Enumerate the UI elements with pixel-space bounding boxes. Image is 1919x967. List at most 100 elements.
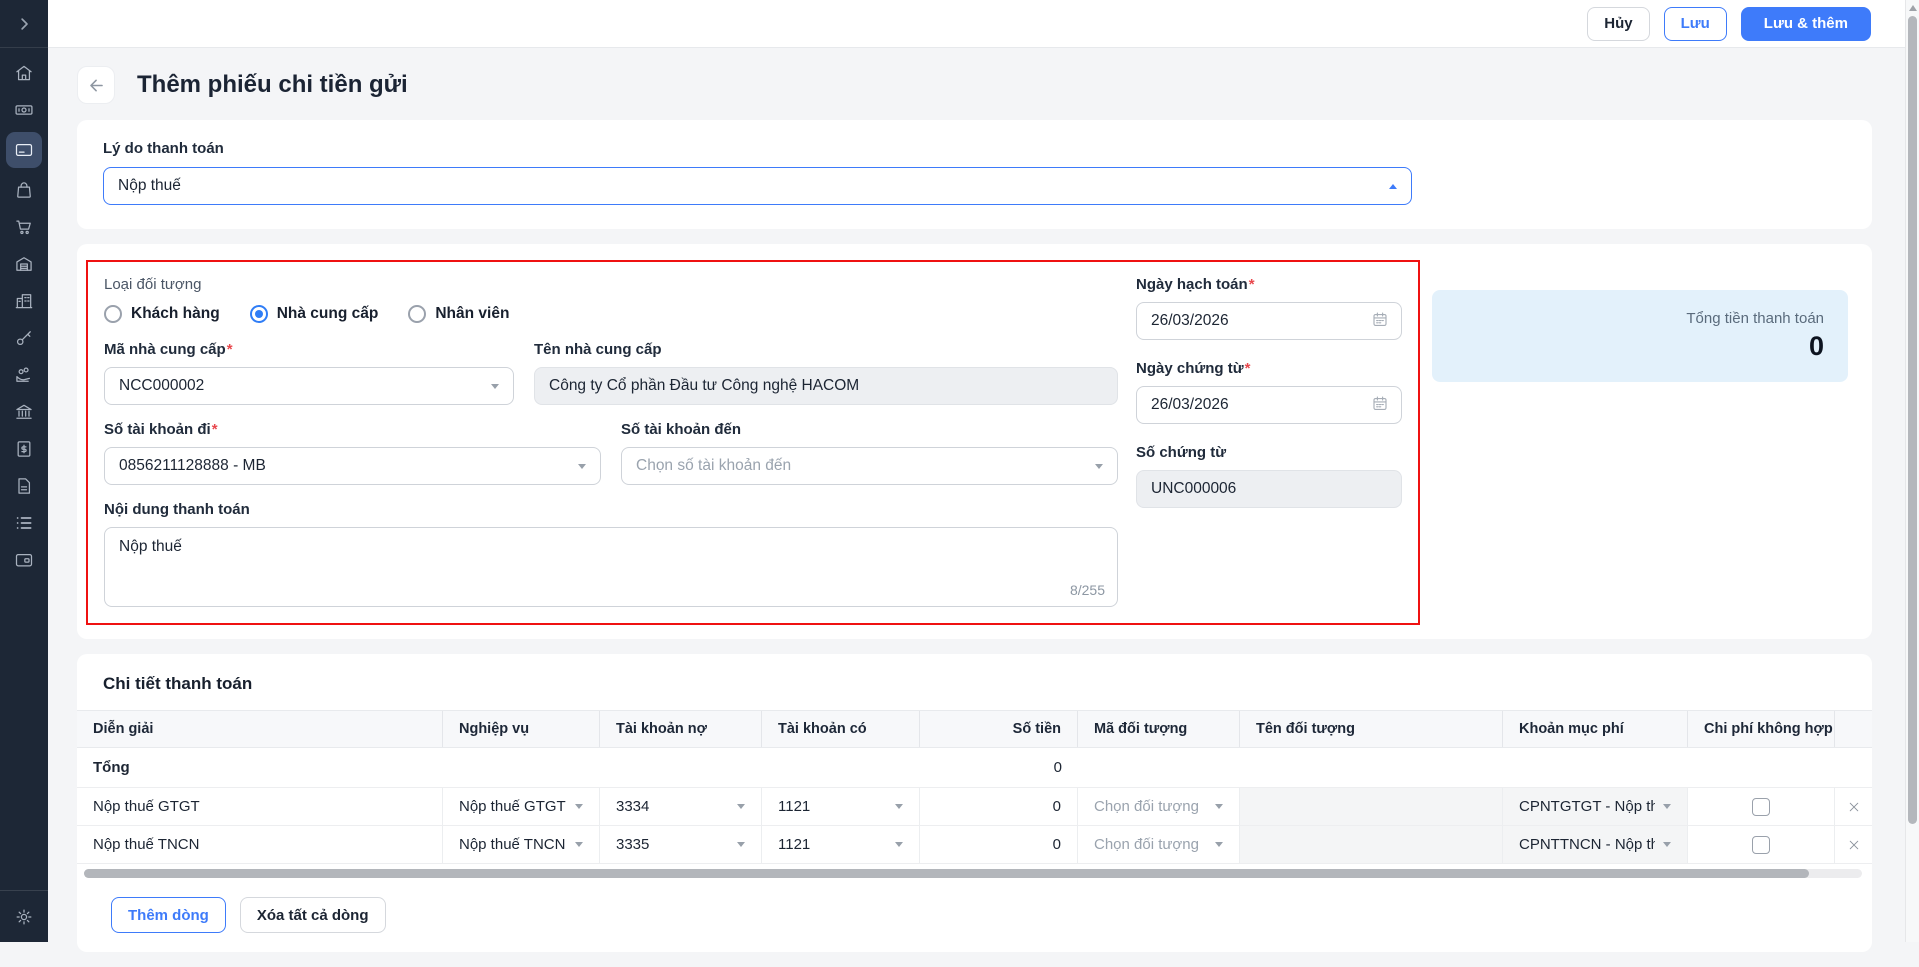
radio-customer[interactable]: Khách hàng [104,305,220,323]
description-cell[interactable]: Nộp thuế GTGT [77,788,443,825]
sidebar-item-invoices[interactable] [6,434,42,464]
add-row-button[interactable]: Thêm dòng [111,897,226,933]
table-total-row: Tổng 0 [77,748,1872,788]
account-to-label: Số tài khoản đến [621,421,1118,438]
col-debit-account: Tài khoản nợ [600,711,762,747]
sidebar-item-wallet[interactable] [6,545,42,575]
cash-icon [14,100,34,120]
radio-supplier[interactable]: Nhà cung cấp [250,305,379,323]
page-scrollbar[interactable] [1905,0,1919,942]
chevron-down-icon [737,842,745,847]
supplier-name-field: Công ty Cổ phần Đầu tư Công nghệ HACOM [534,367,1118,405]
sidebar-expand-button[interactable] [0,0,48,48]
description-cell[interactable]: Nộp thuế TNCN [77,826,443,863]
col-description: Diễn giải [77,711,443,747]
save-button[interactable]: Lưu [1664,7,1727,41]
key-icon [14,328,34,348]
chevron-down-icon [578,464,586,469]
radio-circle-icon [104,305,122,323]
account-from-select[interactable]: 0856211128888 - MB [104,447,601,485]
sidebar-item-assets[interactable] [6,323,42,353]
radio-employee[interactable]: Nhân viên [408,305,509,323]
page-header: Thêm phiếu chi tiền gửi [77,66,1872,104]
expense-item-cell[interactable]: CPNTGTGT - Nộp thuế [1503,788,1688,825]
sidebar-item-documents[interactable] [6,471,42,501]
debit-account-cell[interactable]: 3334 [600,788,762,825]
back-button[interactable] [77,66,115,104]
account-to-select[interactable]: Chọn số tài khoản đến [621,447,1118,485]
gear-icon [14,907,34,927]
supplier-code-label: Mã nhà cung cấp* [104,341,514,358]
document-date-label: Ngày chứng từ* [1136,360,1402,377]
supplier-name-label: Tên nhà cung cấp [534,341,1118,358]
document-number-label: Số chứng từ [1136,444,1402,461]
chevron-down-icon [491,384,499,389]
chevron-down-icon [1663,804,1671,809]
supplier-code-select[interactable]: NCC000002 [104,367,514,405]
operation-cell[interactable]: Nộp thuế TNCN [443,826,600,863]
invalid-expense-checkbox[interactable] [1752,836,1770,854]
sidebar-item-warehouse[interactable] [6,249,42,279]
table-scrollbar-thumb[interactable] [84,869,1809,878]
invalid-expense-checkbox[interactable] [1752,798,1770,816]
sidebar-item-payroll[interactable] [6,360,42,390]
document-date-input[interactable]: 26/03/2026 [1136,386,1402,424]
document-number-field: UNC000006 [1136,470,1402,508]
save-and-add-button[interactable]: Lưu & thêm [1741,7,1871,41]
posting-date-input[interactable]: 26/03/2026 [1136,302,1402,340]
expense-item-cell[interactable]: CPNTTNCN - Nộp thuế [1503,826,1688,863]
invalid-expense-cell [1688,788,1835,825]
col-invalid-expense: Chi phí không hợp [1688,711,1835,747]
table-horizontal-scrollbar[interactable] [84,869,1862,878]
amount-cell[interactable]: 0 [920,826,1078,863]
sidebar-item-purchases[interactable] [6,175,42,205]
chevron-down-icon [895,804,903,809]
sidebar-item-sales[interactable] [6,212,42,242]
sidebar [0,0,48,942]
sidebar-item-lists[interactable] [6,508,42,538]
hand-coins-icon [14,365,34,385]
account-from-label: Số tài khoản đi* [104,421,601,438]
col-operation: Nghiệp vụ [443,711,600,747]
page-scrollbar-thumb[interactable] [1908,16,1917,824]
delete-all-rows-button[interactable]: Xóa tất cả dòng [240,897,386,933]
col-credit-account: Tài khoản có [762,711,920,747]
calendar-icon[interactable] [1371,310,1389,333]
radio-circle-icon [408,305,426,323]
amount-cell[interactable]: 0 [920,788,1078,825]
debit-account-cell[interactable]: 3335 [600,826,762,863]
calendar-icon[interactable] [1371,394,1389,417]
sidebar-item-home[interactable] [6,58,42,88]
delete-row-button[interactable] [1835,800,1872,814]
cancel-button[interactable]: Hủy [1587,7,1649,41]
document-icon [14,476,34,496]
sidebar-item-company[interactable] [6,286,42,316]
sidebar-item-bank-payments[interactable] [6,132,42,168]
delete-row-button[interactable] [1835,838,1872,852]
total-row-amount: 0 [920,748,1078,787]
chevron-down-icon [895,842,903,847]
object-code-cell[interactable]: Chọn đối tượng [1078,826,1240,863]
details-title: Chi tiết thanh toán [77,674,1872,694]
sidebar-item-cash[interactable] [6,95,42,125]
chevron-right-icon [15,15,33,33]
scrollbar-up-arrow-icon [1909,5,1917,11]
invoice-dollar-icon [14,439,34,459]
object-name-cell [1240,788,1503,825]
list-icon [14,513,34,533]
credit-account-cell[interactable]: 1121 [762,826,920,863]
payment-reason-label: Lý do thanh toán [103,140,1846,157]
sidebar-item-taxes[interactable] [6,397,42,427]
col-actions [1835,711,1872,747]
object-code-cell[interactable]: Chọn đối tượng [1078,788,1240,825]
credit-account-cell[interactable]: 1121 [762,788,920,825]
chevron-down-icon [1215,842,1223,847]
close-icon [1847,800,1861,814]
payment-reason-select[interactable]: Nộp thuế [103,167,1412,205]
payment-content-textarea[interactable]: Nộp thuế 8/255 [104,527,1118,607]
total-row-label: Tổng [77,748,443,787]
sidebar-nav [0,48,48,890]
sidebar-settings-button[interactable] [0,890,48,942]
operation-cell[interactable]: Nộp thuế GTGT [443,788,600,825]
main-content: Thêm phiếu chi tiền gửi Lý do thanh toán… [48,48,1905,967]
